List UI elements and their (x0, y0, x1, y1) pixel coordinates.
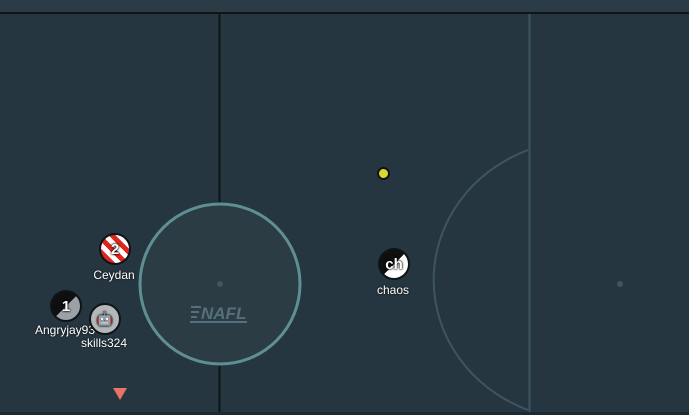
player-avatar: ch (385, 255, 403, 273)
player-name: chaos (376, 283, 410, 297)
robot-face-icon: 🤖 (89, 303, 121, 335)
player-avatar: 🤖 (96, 311, 114, 326)
game-field: NAFL 2 Ceydan 1 Angryjay93 🤖 skills324 c… (0, 0, 689, 415)
field-lines: NAFL (138, 14, 623, 415)
player-avatar: 2 (110, 240, 120, 258)
black-white-disc-icon: ch (378, 248, 410, 280)
player-name: skills324 (80, 336, 128, 350)
stadium-logo-text: NAFL (201, 304, 246, 323)
player-avatar: 1 (61, 297, 71, 315)
ball (377, 167, 390, 180)
goal-arc (432, 149, 529, 411)
offscreen-player-marker-icon (113, 388, 127, 400)
center-spot (217, 281, 223, 287)
black-grey-disc-icon: 1 (50, 290, 82, 322)
red-striped-disc-icon: 2 (99, 233, 131, 265)
player-name: Ceydan (93, 268, 135, 282)
goal-spot (617, 281, 623, 287)
